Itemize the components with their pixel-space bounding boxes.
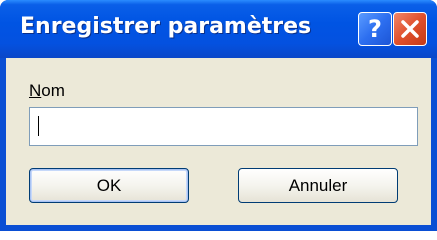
cancel-button[interactable]: Annuler	[238, 168, 398, 203]
name-label-text: om	[41, 81, 65, 100]
title-bar[interactable]: Enregistrer paramètres ?	[0, 0, 437, 58]
help-button[interactable]: ?	[358, 12, 392, 46]
dialog-body: Nom OK Annuler	[6, 58, 431, 225]
close-icon	[401, 20, 419, 38]
name-label: Nom	[29, 81, 65, 101]
text-caret	[38, 116, 39, 136]
name-label-accelerator: N	[29, 81, 42, 100]
close-button[interactable]	[393, 12, 427, 46]
dialog-title: Enregistrer paramètres	[20, 14, 312, 39]
name-input[interactable]	[29, 107, 418, 146]
ok-button[interactable]: OK	[29, 168, 189, 203]
dialog-window: Enregistrer paramètres ? Nom OK Annuler	[0, 0, 437, 231]
help-icon: ?	[368, 15, 382, 43]
